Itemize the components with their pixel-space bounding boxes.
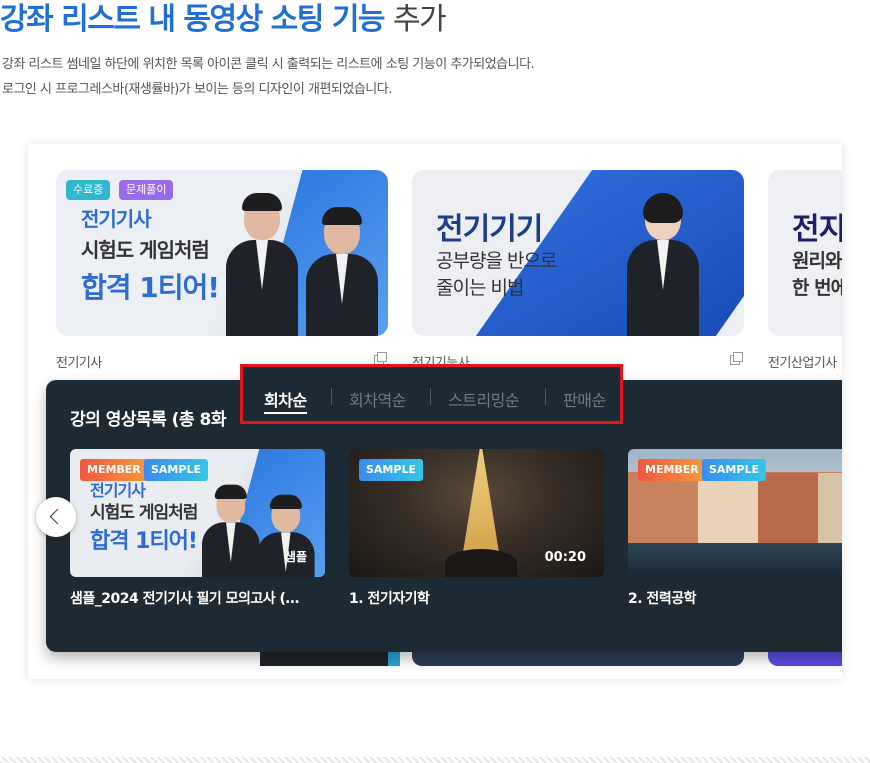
instructor-photo	[627, 193, 699, 336]
sort-options-highlight: 회차순 회차역순 스트리밍순 판매순	[240, 364, 623, 424]
lecture-thumbnail-3[interactable]: MEMBER SAMPLE 00	[628, 449, 842, 577]
tag-certificate: 수료증	[66, 180, 111, 200]
prev-slide-button[interactable]	[36, 497, 76, 537]
sort-option-episode-desc[interactable]: 회차역순	[349, 387, 406, 411]
sort-separator	[331, 388, 332, 405]
sample-badge: SAMPLE	[144, 459, 208, 481]
sort-separator	[430, 388, 431, 405]
copy-list-icon[interactable]	[730, 352, 743, 365]
sample-label: 샘플	[284, 550, 307, 564]
card-line: 합격 1티어!	[81, 271, 220, 304]
card-line: 공부량을 반으로	[436, 250, 557, 272]
course-card-1[interactable]: 수료증 문제풀이 전기기사 시험도 게임처럼 합격 1티어!	[56, 170, 388, 336]
instructor-photo	[202, 484, 260, 577]
instructor-photo	[306, 207, 378, 336]
member-badge: MEMBER	[80, 459, 148, 481]
sample-badge: SAMPLE	[359, 459, 423, 481]
copy-list-icon[interactable]	[374, 352, 387, 365]
section-divider	[0, 757, 870, 763]
tag-practice: 문제풀이	[119, 180, 174, 200]
chevron-left-icon	[49, 508, 66, 525]
instructor-photo	[226, 193, 298, 336]
card-line: 원리와	[792, 250, 842, 272]
sort-separator	[545, 388, 546, 405]
tower-base	[445, 549, 517, 577]
headline-suffix: 추가	[392, 2, 447, 37]
card-bottom-sliver	[412, 652, 744, 666]
lecture-thumbnail-1[interactable]: 전기기사 시험도 게임처럼 합격 1티어! MEMBER SAMPLE 샘플	[70, 449, 325, 577]
thumb-line: 시험도 게임처럼	[90, 503, 198, 523]
headline-highlight: 강좌 리스트 내 동영상 소팅 기능	[0, 2, 386, 37]
sort-option-sales[interactable]: 판매순	[563, 387, 606, 411]
building-facade	[698, 473, 758, 543]
description-line-2: 로그인 시 프로그레스바(재생률바)가 보이는 등의 디자인이 개편되었습니다.	[2, 82, 392, 97]
card-bottom-sliver	[768, 652, 842, 666]
building-facade	[628, 473, 698, 543]
sample-badge: SAMPLE	[702, 459, 766, 481]
video-duration: 00:20	[544, 550, 586, 565]
panel-title: 강의 영상목록 (총 8화	[70, 410, 226, 430]
sort-option-episode-asc[interactable]: 회차순	[264, 387, 307, 414]
lecture-thumbnail-2[interactable]: SAMPLE 00:20	[349, 449, 604, 577]
canal-water	[628, 543, 842, 577]
lecture-title[interactable]: 1. 전기자기학	[349, 588, 430, 608]
card-line: 전지	[792, 212, 842, 247]
course-caption[interactable]: 전기기사	[56, 352, 102, 371]
card-line: 전기기기	[436, 212, 543, 247]
card-line: 전기기사	[81, 207, 152, 231]
building-facade	[758, 473, 818, 543]
building-facade	[818, 473, 842, 543]
course-card-3[interactable]: 전지 원리와 한 번에	[768, 170, 842, 336]
course-card-2[interactable]: 전기기기 공부량을 반으로 줄이는 비법	[412, 170, 744, 336]
card-line: 시험도 게임처럼	[81, 238, 210, 262]
card-bottom-sliver	[260, 652, 400, 666]
lecture-title[interactable]: 2. 전력공학	[628, 588, 696, 608]
card-line: 한 번에	[792, 277, 842, 299]
card-line: 줄이는 비법	[436, 277, 524, 299]
lecture-title[interactable]: 샘플_2024 전기기사 필기 모의고사 (…	[70, 588, 325, 608]
thumb-line: 합격 1티어!	[90, 529, 198, 554]
headline: 강좌 리스트 내 동영상 소팅 기능 추가	[0, 0, 447, 38]
card-bottom-sliver	[388, 652, 400, 666]
member-badge: MEMBER	[638, 459, 706, 481]
course-caption[interactable]: 전기산업기사	[768, 352, 837, 371]
sort-option-streaming[interactable]: 스트리밍순	[448, 387, 520, 411]
description-line-1: 강좌 리스트 썸네일 하단에 위치한 목록 아이콘 클릭 시 출력되는 리스트에…	[2, 57, 535, 72]
instructor-photo	[257, 494, 315, 577]
